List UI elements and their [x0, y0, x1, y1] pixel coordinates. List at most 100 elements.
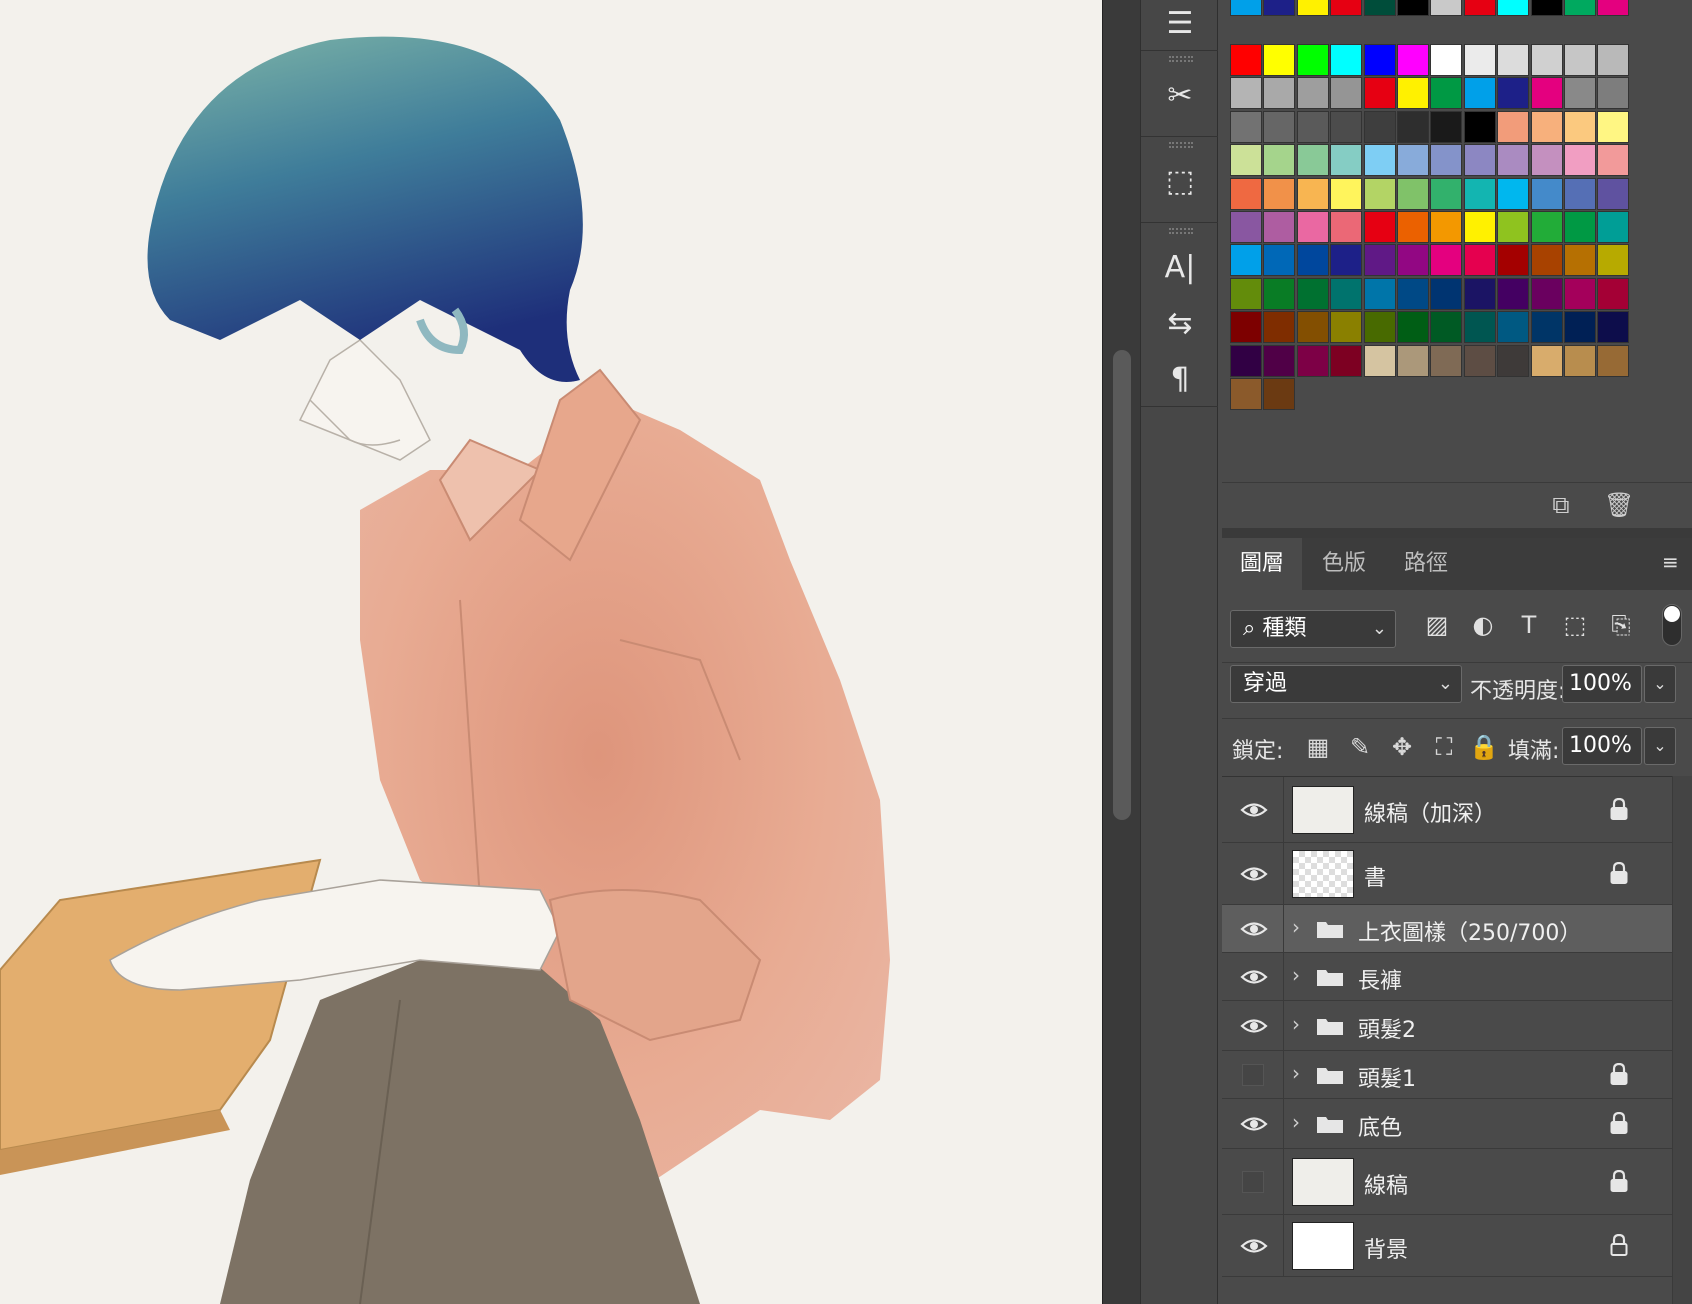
color-swatch[interactable] — [1296, 211, 1329, 243]
tab-layers[interactable]: 圖層 — [1222, 538, 1303, 590]
color-swatch[interactable] — [1463, 177, 1496, 210]
layer-name[interactable]: 頭髮1 — [1358, 1061, 1416, 1093]
color-swatch[interactable] — [1497, 344, 1530, 377]
fill-dropdown-icon[interactable]: ⌄ — [1644, 727, 1676, 765]
layer-row[interactable]: › 頭髮1 — [1222, 1051, 1672, 1099]
layer-visibility-cell[interactable] — [1222, 953, 1284, 1000]
color-swatch[interactable] — [1263, 344, 1296, 377]
color-swatch[interactable] — [1430, 244, 1463, 277]
color-swatch[interactable] — [1397, 211, 1429, 243]
tool-presets-icon[interactable]: ✂ — [1153, 72, 1207, 118]
color-swatch[interactable] — [1263, 177, 1296, 210]
color-swatch[interactable] — [1430, 177, 1463, 210]
color-swatch[interactable] — [1530, 110, 1563, 143]
color-swatch[interactable] — [1296, 44, 1329, 76]
layer-thumbnail[interactable] — [1292, 1158, 1354, 1206]
color-swatch[interactable] — [1430, 110, 1463, 143]
paragraph-icon[interactable]: ¶ — [1153, 356, 1207, 402]
color-swatch[interactable] — [1597, 77, 1630, 110]
color-swatch[interactable] — [1463, 311, 1496, 344]
color-swatch[interactable] — [1463, 144, 1496, 177]
color-swatch[interactable] — [1530, 311, 1563, 344]
color-swatch[interactable] — [1463, 244, 1496, 277]
panel-grip[interactable] — [1169, 56, 1193, 62]
color-swatch[interactable] — [1363, 0, 1396, 16]
color-swatch[interactable] — [1597, 211, 1630, 243]
lock-image-pixels-icon[interactable]: ✎ — [1344, 731, 1376, 763]
color-swatch[interactable] — [1430, 311, 1463, 344]
color-swatch[interactable] — [1263, 277, 1296, 310]
color-swatch[interactable] — [1397, 77, 1429, 110]
color-swatch[interactable] — [1497, 277, 1530, 310]
color-swatch[interactable] — [1263, 311, 1296, 344]
fill-input[interactable]: 100% — [1562, 727, 1642, 765]
lock-icon[interactable] — [1610, 1170, 1628, 1192]
color-swatch[interactable] — [1564, 277, 1596, 310]
layer-row[interactable]: 線稿（加深） — [1222, 777, 1672, 843]
layer-visibility-cell[interactable] — [1222, 905, 1284, 952]
color-swatch[interactable] — [1497, 0, 1530, 16]
color-swatch[interactable] — [1530, 77, 1563, 110]
eye-icon[interactable] — [1240, 1017, 1268, 1035]
document-canvas[interactable] — [0, 0, 1102, 1304]
color-swatch[interactable] — [1597, 277, 1630, 310]
color-swatch[interactable] — [1463, 0, 1496, 16]
lock-position-icon[interactable]: ✥ — [1386, 731, 1418, 763]
color-swatch[interactable] — [1597, 144, 1630, 177]
filter-kind-dropdown[interactable]: ⌕ 種類 ⌄ — [1230, 610, 1396, 648]
color-swatch[interactable] — [1530, 344, 1563, 377]
visibility-off-box[interactable] — [1242, 1064, 1264, 1086]
color-swatch[interactable] — [1397, 44, 1429, 76]
eye-icon[interactable] — [1240, 1115, 1268, 1133]
color-swatch[interactable] — [1564, 144, 1596, 177]
color-swatch[interactable] — [1363, 177, 1396, 210]
color-swatch[interactable] — [1330, 344, 1363, 377]
character-icon[interactable]: A| — [1153, 244, 1207, 290]
layer-visibility-cell[interactable] — [1222, 1149, 1284, 1214]
color-swatch[interactable] — [1463, 211, 1496, 243]
filter-pixel-icon[interactable]: ▨ — [1420, 608, 1454, 642]
color-swatch[interactable] — [1530, 144, 1563, 177]
color-swatch[interactable] — [1497, 44, 1530, 76]
lock-icon[interactable] — [1610, 862, 1628, 884]
layer-thumbnail[interactable] — [1292, 1222, 1354, 1270]
lock-icon[interactable] — [1610, 1234, 1628, 1256]
color-swatch[interactable] — [1263, 0, 1296, 16]
color-swatch[interactable] — [1430, 344, 1463, 377]
filter-toggle[interactable] — [1662, 604, 1682, 646]
blend-mode-dropdown[interactable]: 穿過 ⌄ — [1230, 665, 1462, 703]
color-swatch[interactable] — [1463, 77, 1496, 110]
eye-icon[interactable] — [1240, 801, 1268, 819]
expand-arrow-icon[interactable]: › — [1292, 1012, 1300, 1036]
color-swatch[interactable] — [1263, 244, 1296, 277]
color-swatch[interactable] — [1230, 77, 1262, 110]
color-swatch[interactable] — [1230, 110, 1262, 143]
layer-row[interactable]: › 頭髮2 — [1222, 1001, 1672, 1051]
color-swatch[interactable] — [1397, 144, 1429, 177]
color-swatch[interactable] — [1330, 311, 1363, 344]
lock-icon[interactable] — [1610, 1112, 1628, 1134]
color-swatch[interactable] — [1363, 144, 1396, 177]
color-swatch[interactable] — [1530, 44, 1563, 76]
lock-all-icon[interactable]: 🔒 — [1468, 731, 1500, 763]
layer-visibility-cell[interactable] — [1222, 1099, 1284, 1148]
color-swatch[interactable] — [1463, 110, 1496, 143]
expand-arrow-icon[interactable]: › — [1292, 915, 1300, 939]
color-swatch[interactable] — [1363, 344, 1396, 377]
layer-thumbnail[interactable] — [1292, 850, 1354, 898]
color-swatch[interactable] — [1497, 177, 1530, 210]
color-swatch[interactable] — [1564, 0, 1596, 16]
color-swatch[interactable] — [1363, 44, 1396, 76]
color-swatch[interactable] — [1397, 311, 1429, 344]
color-swatch[interactable] — [1597, 44, 1630, 76]
layer-visibility-cell[interactable] — [1222, 1215, 1284, 1276]
filter-adjustment-icon[interactable]: ◐ — [1466, 608, 1500, 642]
color-swatch[interactable] — [1363, 110, 1396, 143]
color-swatch[interactable] — [1296, 344, 1329, 377]
color-swatch[interactable] — [1597, 244, 1630, 277]
color-swatch[interactable] — [1597, 110, 1630, 143]
lock-icon[interactable] — [1610, 798, 1628, 820]
layer-row[interactable]: › 底色 — [1222, 1099, 1672, 1149]
layer-name[interactable]: 書 — [1364, 860, 1386, 892]
color-swatch[interactable] — [1530, 277, 1563, 310]
